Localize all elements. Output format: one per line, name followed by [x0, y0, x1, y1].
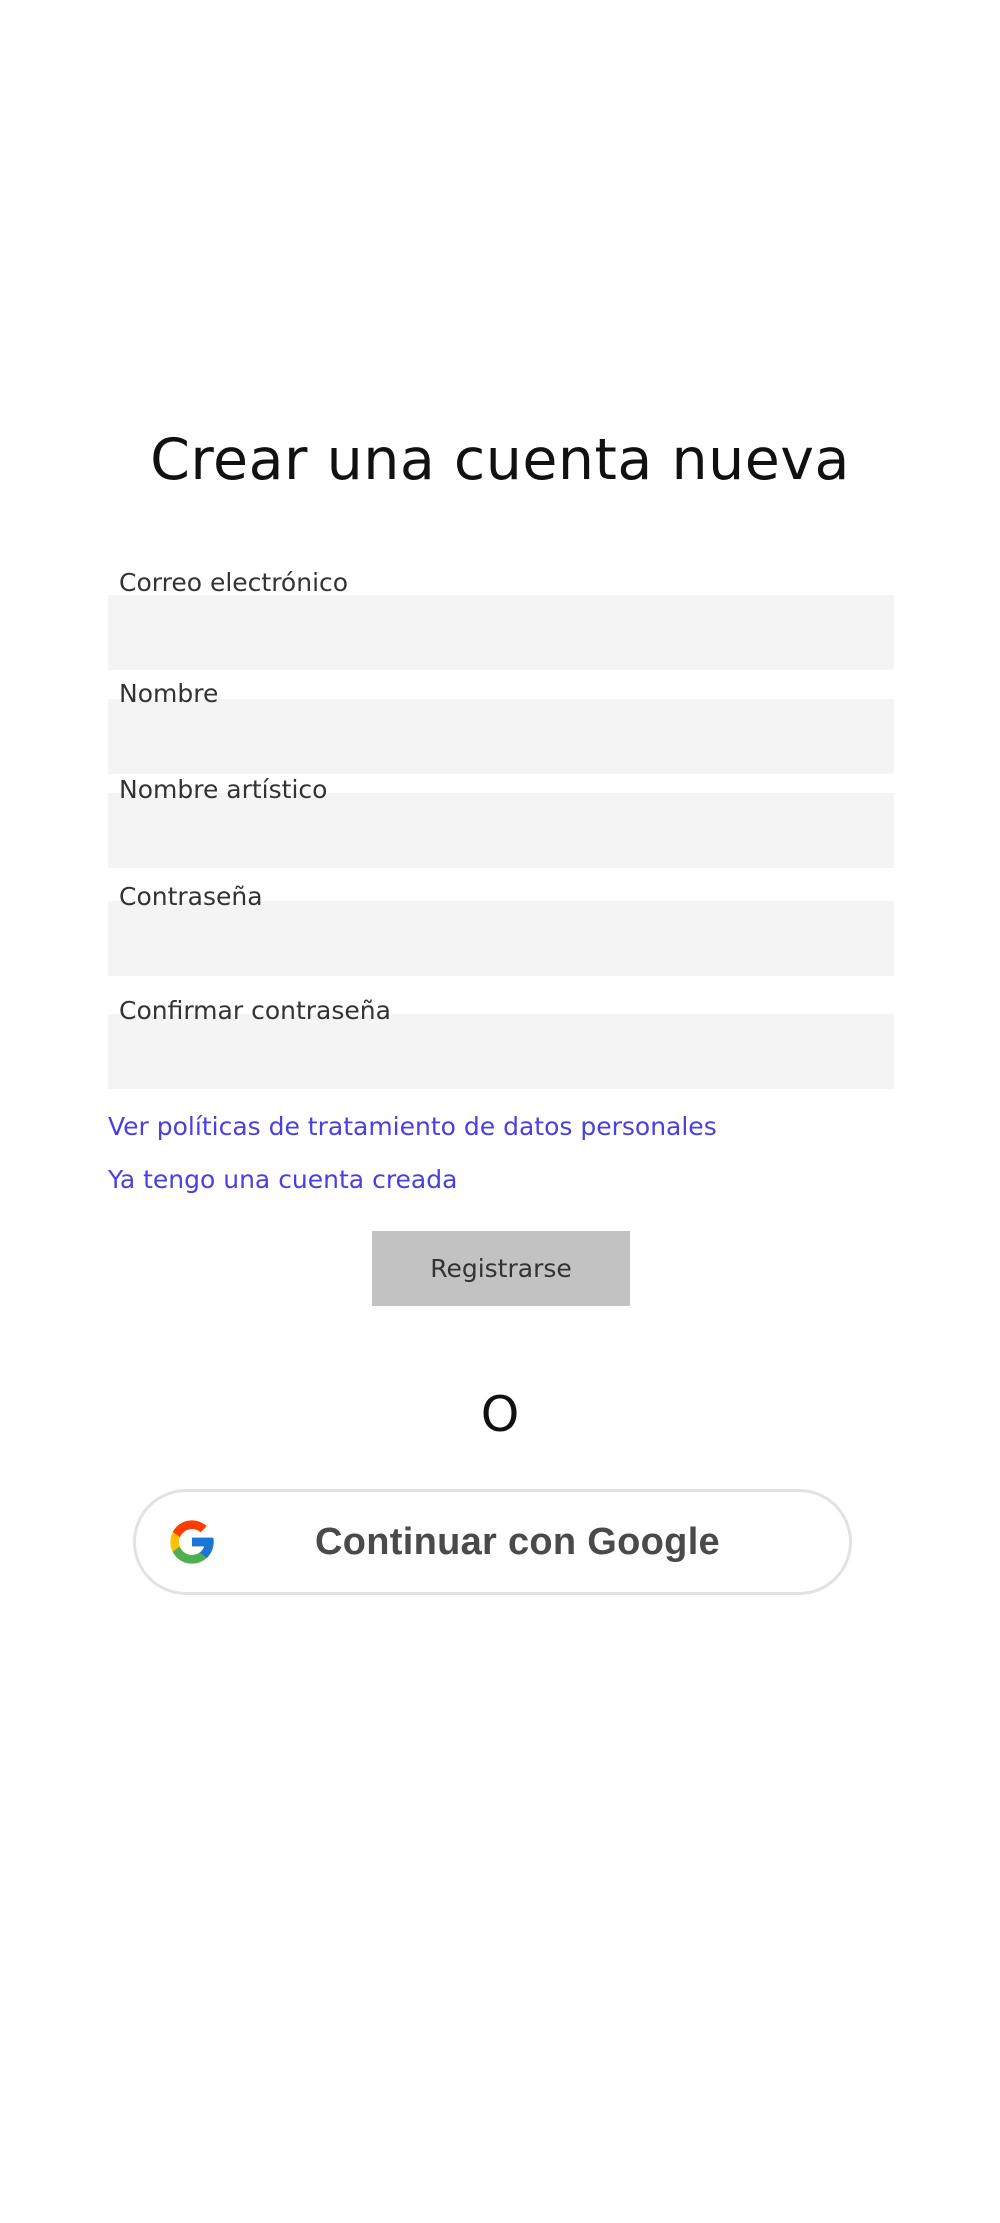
- confirm-password-label: Confirmar contraseña: [119, 996, 391, 1025]
- name-label: Nombre: [119, 679, 219, 708]
- register-button[interactable]: Registrarse: [372, 1231, 630, 1306]
- privacy-policy-link[interactable]: Ver políticas de tratamiento de datos pe…: [108, 1111, 717, 1143]
- email-label: Correo electrónico: [119, 568, 349, 597]
- email-field[interactable]: [108, 595, 894, 670]
- password-label: Contraseña: [119, 882, 263, 911]
- separator-text: O: [480, 1386, 520, 1443]
- page-title: Crear una cuenta nueva: [150, 427, 850, 493]
- artistic-name-label: Nombre artístico: [119, 775, 328, 804]
- google-button-label: Continuar con Google: [315, 1521, 720, 1563]
- google-logo-icon: [170, 1520, 214, 1564]
- existing-account-link[interactable]: Ya tengo una cuenta creada: [108, 1164, 457, 1196]
- google-sign-in-button[interactable]: Continuar con Google: [133, 1489, 852, 1595]
- name-field[interactable]: [108, 699, 894, 774]
